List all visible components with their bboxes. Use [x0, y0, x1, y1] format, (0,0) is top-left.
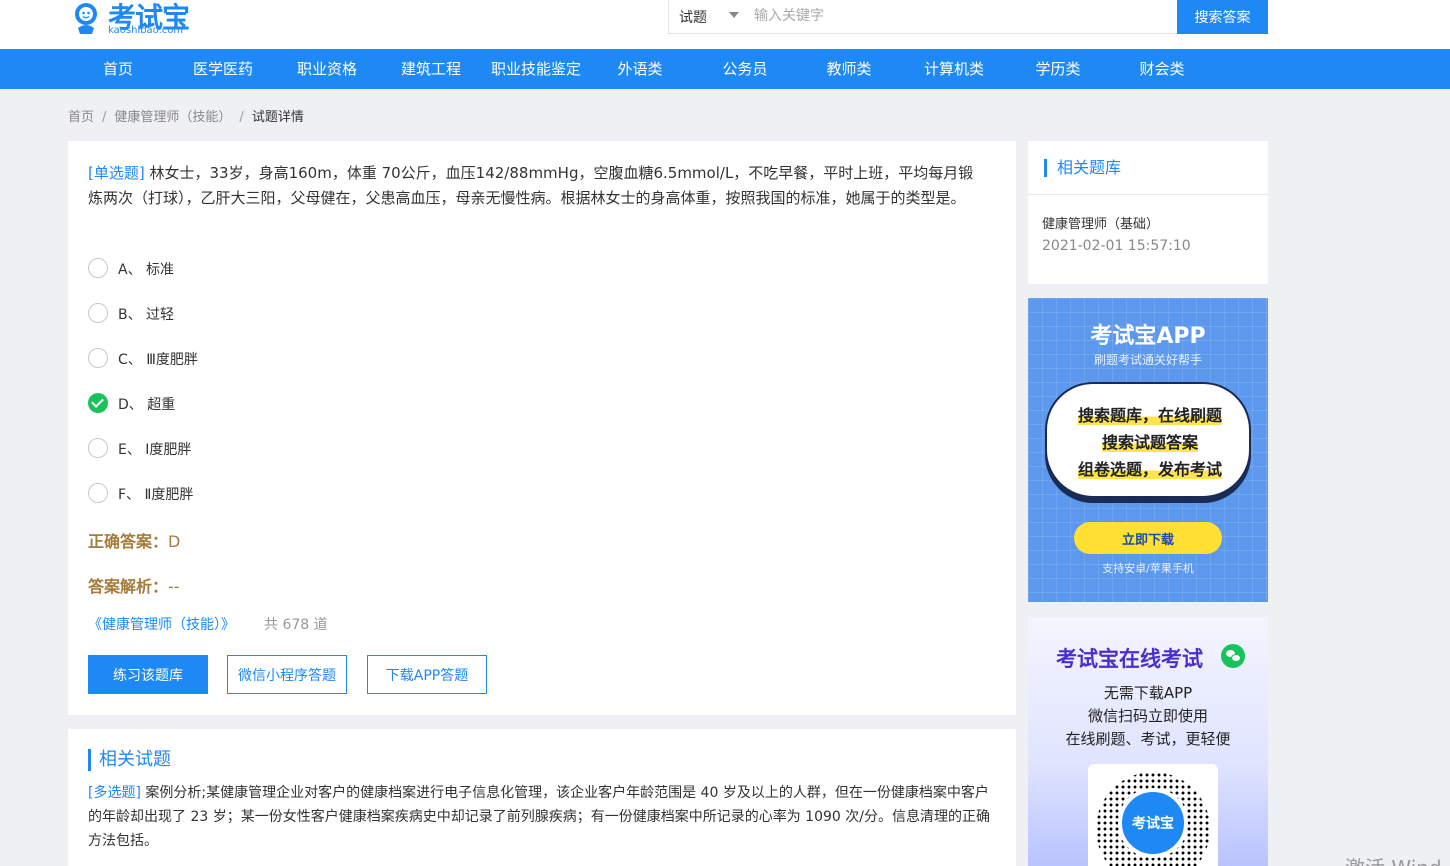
site-logo[interactable]: 考试宝 kaoshibao.com [68, 0, 198, 40]
question-type-tag: [多选题] [88, 785, 141, 801]
breadcrumb-home[interactable]: 首页 [68, 110, 94, 125]
radio-icon[interactable] [88, 258, 108, 278]
question-text: [单选题] 林女士，33岁，身高160m，体重 70公斤，血压142/88mmH… [88, 161, 978, 211]
question-card: [单选题] 林女士，33岁，身高160m，体重 70公斤，血压142/88mmH… [68, 141, 1016, 715]
search-type-select[interactable]: 试题 [679, 7, 707, 27]
analysis-label: 答案解析： [88, 577, 169, 596]
app-ad-bubble: 搜索题库，在线刷题 搜索试题答案 组卷选题，发布考试 [1045, 382, 1251, 498]
nav-item-skill-appraisal[interactable]: 职业技能鉴定 [486, 49, 586, 89]
online-exam-line: 无需下载APP [1103, 684, 1193, 702]
related-bank-date: 2021-02-01 15:57:10 [1042, 238, 1191, 254]
nav-item-computer[interactable]: 计算机类 [914, 49, 994, 89]
qr-code[interactable]: 考试宝 [1088, 764, 1218, 866]
question-type-tag: [单选题] [88, 164, 145, 182]
nav-item-teacher[interactable]: 教师类 [814, 49, 884, 89]
search-button[interactable]: 搜索答案 [1177, 0, 1268, 34]
related-bank-title: 相关题库 [1044, 159, 1121, 177]
option-label: B、 过轻 [118, 307, 175, 323]
app-ad-line: 搜索题库，在线刷题 [1077, 406, 1222, 425]
option-label: C、 Ⅲ度肥胖 [118, 352, 198, 368]
app-ad-footer: 支持安卓/苹果手机 [1102, 562, 1194, 575]
online-exam-ad[interactable]: 考试宝在线考试 无需下载APP 微信扫码立即使用 在线刷题、考试，更轻便 考试宝 [1028, 617, 1268, 866]
option-label: E、 Ⅰ度肥胖 [118, 442, 192, 458]
nav-item-construction[interactable]: 建筑工程 [391, 49, 471, 89]
search-box: 试题 [668, 0, 1178, 34]
app-ad-line: 搜索试题答案 [1101, 433, 1198, 452]
qr-code-logo: 考试宝 [1118, 788, 1188, 858]
caret-down-icon[interactable] [729, 12, 739, 18]
search-input[interactable] [754, 4, 1154, 28]
mascot-icon [75, 3, 97, 34]
online-exam-title: 考试宝在线考试 [1056, 647, 1203, 671]
wechat-icon [1221, 644, 1245, 668]
nav-item-home[interactable]: 首页 [88, 49, 148, 89]
related-question-item[interactable]: [多选题] 案例分析;某健康管理企业对客户的健康档案进行电子信息化管理，该企业客… [88, 781, 998, 853]
radio-icon[interactable] [88, 438, 108, 458]
option-label: D、 超重 [118, 397, 176, 413]
analysis-value: -- [168, 577, 180, 596]
related-questions-title: 相关试题 [88, 749, 171, 771]
main-nav: 首页 医学医药 职业资格 建筑工程 职业技能鉴定 外语类 公务员 教师类 计算机… [0, 49, 1450, 89]
online-exam-line: 在线刷题、考试，更轻便 [1065, 730, 1231, 748]
radio-icon[interactable] [88, 348, 108, 368]
question-bank-link[interactable]: 《健康管理师（技能）》 [88, 614, 235, 634]
question-bank-count: 共 678 道 [264, 617, 328, 633]
nav-item-foreign-language[interactable]: 外语类 [605, 49, 675, 89]
nav-item-accounting[interactable]: 财会类 [1127, 49, 1197, 89]
online-exam-line: 微信扫码立即使用 [1087, 707, 1208, 725]
nav-item-medicine[interactable]: 医学医药 [183, 49, 263, 89]
breadcrumb-category[interactable]: 健康管理师（技能） [114, 110, 231, 125]
logo-url: kaoshibao.com [108, 25, 184, 36]
radio-icon[interactable] [88, 303, 108, 323]
option-label: A、 标准 [118, 262, 175, 278]
related-question-text[interactable]: 案例分析;某健康管理企业对客户的健康档案进行电子信息化管理，该企业客户年龄范围是… [88, 785, 990, 849]
option-label: F、 Ⅱ度肥胖 [118, 487, 194, 503]
app-ad-subtitle: 刷题考试通关好帮手 [1093, 353, 1202, 367]
check-circle-icon[interactable] [88, 393, 108, 413]
related-questions-card: 相关试题 [多选题] 案例分析;某健康管理企业对客户的健康档案进行电子信息化管理… [68, 729, 1016, 866]
app-ad-line: 组卷选题，发布考试 [1077, 460, 1222, 479]
breadcrumb: 首页 / 健康管理师（技能） / 试题详情 [68, 106, 304, 125]
app-download-button[interactable]: 立即下载 [1074, 522, 1222, 554]
radio-icon[interactable] [88, 483, 108, 503]
related-bank-name[interactable]: 健康管理师（基础） [1042, 213, 1159, 232]
nav-item-civil-servant[interactable]: 公务员 [710, 49, 780, 89]
breadcrumb-separator: / [102, 110, 107, 125]
nav-item-qualification[interactable]: 职业资格 [287, 49, 367, 89]
top-bar: 考试宝 kaoshibao.com 试题 搜索答案 [0, 0, 1450, 49]
related-bank-card: 相关题库 健康管理师（基础） 2021-02-01 15:57:10 [1028, 141, 1268, 284]
correct-answer-value: D [168, 532, 181, 551]
download-app-button[interactable]: 下载APP答题 [367, 655, 487, 694]
practice-bank-button[interactable]: 练习该题库 [88, 655, 208, 694]
question-stem: 林女士，33岁，身高160m，体重 70公斤，血压142/88mmHg，空腹血糖… [88, 164, 974, 207]
nav-item-education[interactable]: 学历类 [1023, 49, 1093, 89]
breadcrumb-current: 试题详情 [251, 110, 304, 125]
app-ad-title: 考试宝APP [1090, 324, 1206, 349]
breadcrumb-separator: / [239, 110, 244, 125]
wechat-miniprogram-button[interactable]: 微信小程序答题 [227, 655, 347, 694]
app-download-ad[interactable]: 考试宝APP 刷题考试通关好帮手 搜索题库，在线刷题 搜索试题答案 组卷选题，发… [1028, 298, 1268, 602]
correct-answer: 正确答案：D [88, 528, 180, 552]
activation-watermark: 激活 Wind [1345, 852, 1442, 866]
correct-answer-label: 正确答案： [88, 532, 169, 551]
divider [1028, 194, 1268, 195]
answer-analysis: 答案解析：-- [88, 573, 180, 597]
